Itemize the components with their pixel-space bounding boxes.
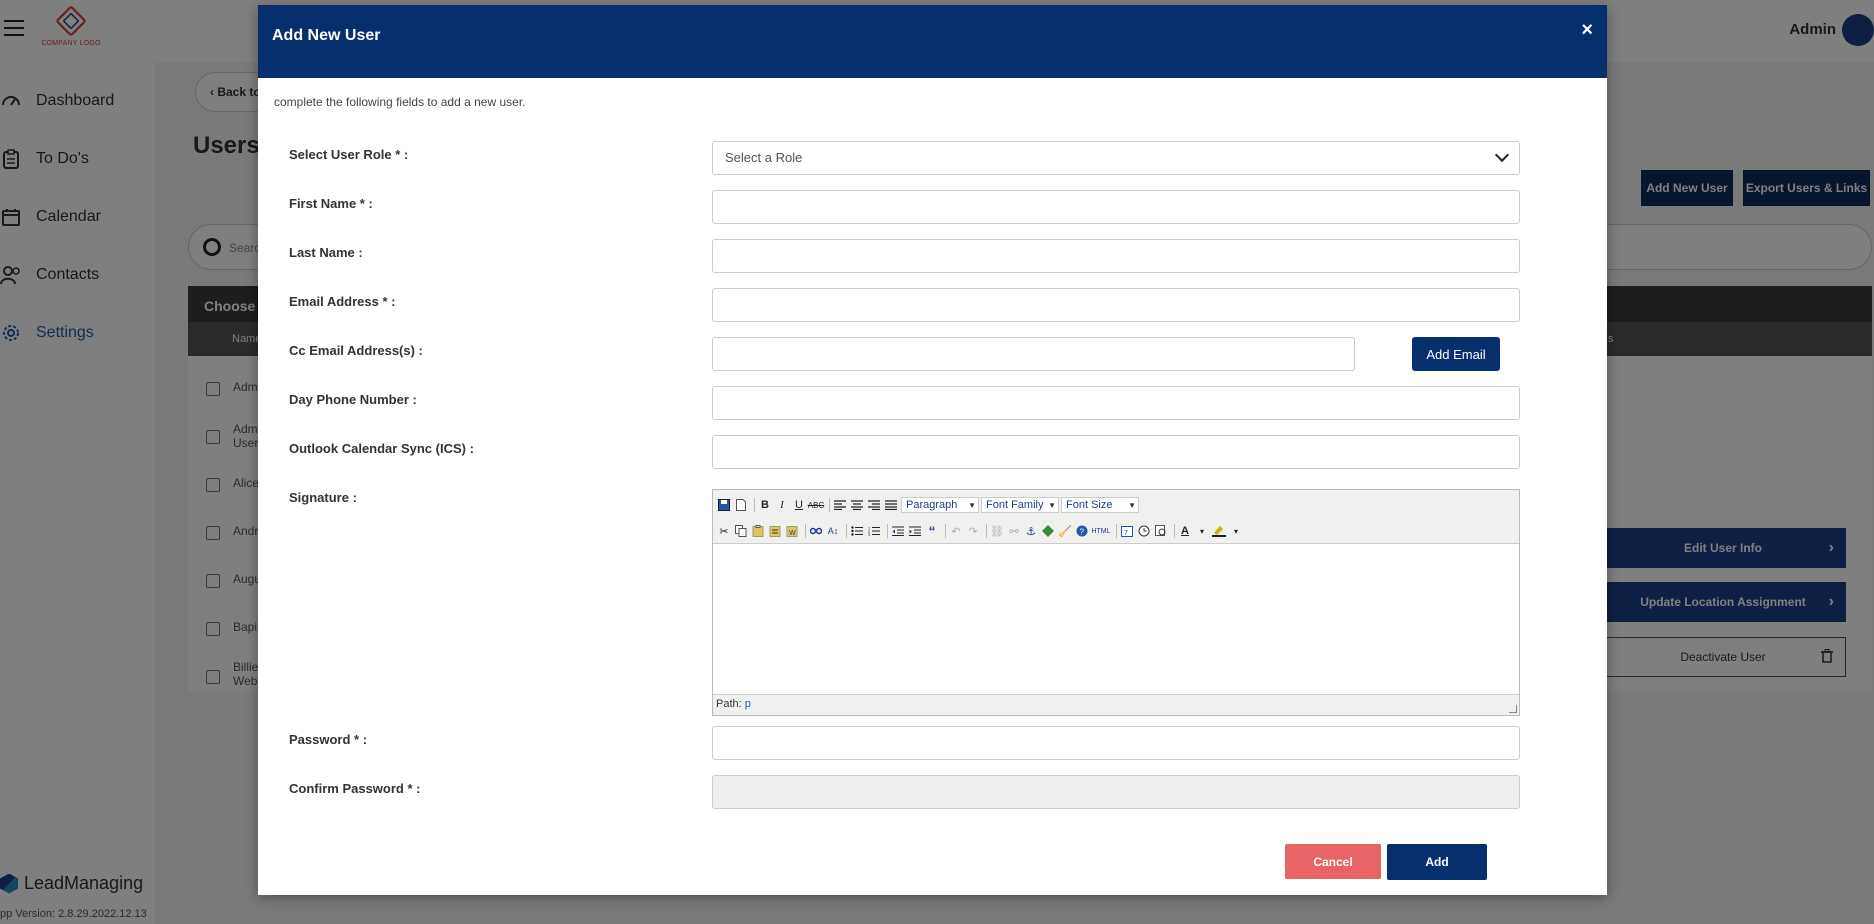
modal-title: Add New User: [272, 27, 381, 44]
cc-email-field[interactable]: [712, 337, 1355, 371]
outdent-icon[interactable]: [891, 524, 905, 538]
blockquote-icon[interactable]: “: [925, 523, 939, 539]
align-center-icon[interactable]: [850, 498, 864, 512]
help-icon[interactable]: ?: [1075, 524, 1089, 538]
align-right-icon[interactable]: [867, 498, 881, 512]
link-icon[interactable]: ⛓: [990, 524, 1004, 538]
paragraph-select[interactable]: Paragraph ▼: [901, 497, 979, 513]
paste-word-icon[interactable]: W: [785, 524, 799, 538]
path-value[interactable]: p: [745, 698, 751, 710]
email-label: Email Address * :: [289, 294, 396, 309]
align-justify-icon[interactable]: [884, 498, 898, 512]
add-user-modal: Add New User × complete the following fi…: [258, 5, 1607, 895]
phone-label: Day Phone Number :: [289, 392, 417, 407]
insert-time-icon[interactable]: [1137, 524, 1151, 538]
signature-label: Signature :: [289, 490, 357, 505]
phone-field[interactable]: [712, 386, 1520, 420]
align-left-icon[interactable]: [833, 498, 847, 512]
bullet-list-icon[interactable]: [850, 524, 864, 538]
font-family-select[interactable]: Font Family ▼: [981, 497, 1059, 513]
new-document-icon[interactable]: [734, 498, 748, 512]
modal-intro: complete the following fields to add a n…: [274, 95, 526, 109]
find-icon[interactable]: [809, 524, 823, 538]
redo-icon[interactable]: ↷: [966, 524, 980, 538]
cleanup-icon[interactable]: 🧹: [1058, 524, 1072, 538]
path-label: Path:: [716, 698, 742, 710]
chevron-down-icon: [1494, 147, 1510, 163]
html-icon[interactable]: HTML: [1091, 524, 1110, 538]
copy-icon[interactable]: [734, 524, 748, 538]
underline-icon[interactable]: U: [792, 498, 806, 512]
signature-textarea[interactable]: [713, 544, 1519, 694]
unlink-icon[interactable]: ⚯: [1007, 524, 1021, 538]
numbered-list-icon[interactable]: 123: [867, 524, 881, 538]
font-family-value: Font Family: [986, 499, 1044, 511]
cancel-button[interactable]: Cancel: [1285, 844, 1381, 879]
add-button[interactable]: Add: [1387, 844, 1487, 880]
role-label: Select User Role * :: [289, 147, 409, 162]
resize-handle-icon[interactable]: [1509, 705, 1517, 713]
svg-text:7: 7: [1124, 530, 1128, 537]
replace-icon[interactable]: A↕: [826, 524, 840, 538]
text-color-icon[interactable]: A: [1178, 524, 1192, 538]
paste-text-icon[interactable]: [768, 524, 782, 538]
ics-field[interactable]: [712, 435, 1520, 469]
bold-icon[interactable]: B: [758, 498, 772, 512]
ics-label: Outlook Calendar Sync (ICS) :: [289, 441, 474, 456]
svg-text:W: W: [789, 530, 796, 537]
indent-icon[interactable]: [908, 524, 922, 538]
cut-icon[interactable]: ✂: [717, 524, 731, 538]
password-field[interactable]: [712, 726, 1520, 760]
add-email-button[interactable]: Add Email: [1412, 337, 1500, 371]
modal-header: Add New User ×: [258, 5, 1607, 78]
insert-date-icon[interactable]: 7: [1120, 524, 1134, 538]
cc-email-label: Cc Email Address(s) :: [289, 343, 423, 358]
signature-editor: B I U ABC Paragraph ▼ Font Family ▼ Font S…: [712, 489, 1520, 716]
dropdown-arrow-icon: ▼: [1128, 500, 1136, 510]
svg-text:3: 3: [868, 532, 871, 536]
font-size-select[interactable]: Font Size ▼: [1061, 497, 1139, 513]
dropdown-arrow-icon: ▼: [1048, 500, 1056, 510]
confirm-password-field[interactable]: [712, 775, 1520, 809]
role-select[interactable]: Select a Role: [712, 141, 1520, 175]
image-icon[interactable]: [1041, 524, 1055, 538]
dropdown-arrow-icon: ▼: [968, 500, 976, 510]
undo-icon[interactable]: ↶: [949, 524, 963, 538]
confirm-password-label: Confirm Password * :: [289, 781, 421, 796]
last-name-field[interactable]: [712, 239, 1520, 273]
close-icon[interactable]: ×: [1581, 19, 1593, 42]
font-size-value: Font Size: [1066, 499, 1113, 511]
last-name-label: Last Name :: [289, 245, 363, 260]
svg-text:?: ?: [1080, 528, 1085, 537]
email-field[interactable]: [712, 288, 1520, 322]
text-color-dropdown-icon[interactable]: ▾: [1195, 524, 1209, 538]
password-label: Password * :: [289, 732, 368, 747]
editor-toolbar: B I U ABC Paragraph ▼ Font Family ▼ Font S…: [713, 490, 1519, 544]
paragraph-select-value: Paragraph: [906, 499, 958, 511]
italic-icon[interactable]: I: [775, 498, 789, 512]
editor-statusbar: Path: p: [713, 694, 1519, 715]
anchor-icon[interactable]: ⚓: [1024, 524, 1038, 538]
paste-icon[interactable]: [751, 524, 765, 538]
save-icon[interactable]: [717, 498, 731, 512]
highlight-color-icon[interactable]: [1212, 524, 1226, 538]
role-select-value: Select a Role: [725, 150, 803, 165]
preview-icon[interactable]: [1154, 524, 1168, 538]
highlight-dropdown-icon[interactable]: ▾: [1229, 524, 1243, 538]
first-name-field[interactable]: [712, 190, 1520, 224]
strikethrough-icon[interactable]: ABC: [808, 498, 824, 512]
first-name-label: First Name * :: [289, 196, 373, 211]
